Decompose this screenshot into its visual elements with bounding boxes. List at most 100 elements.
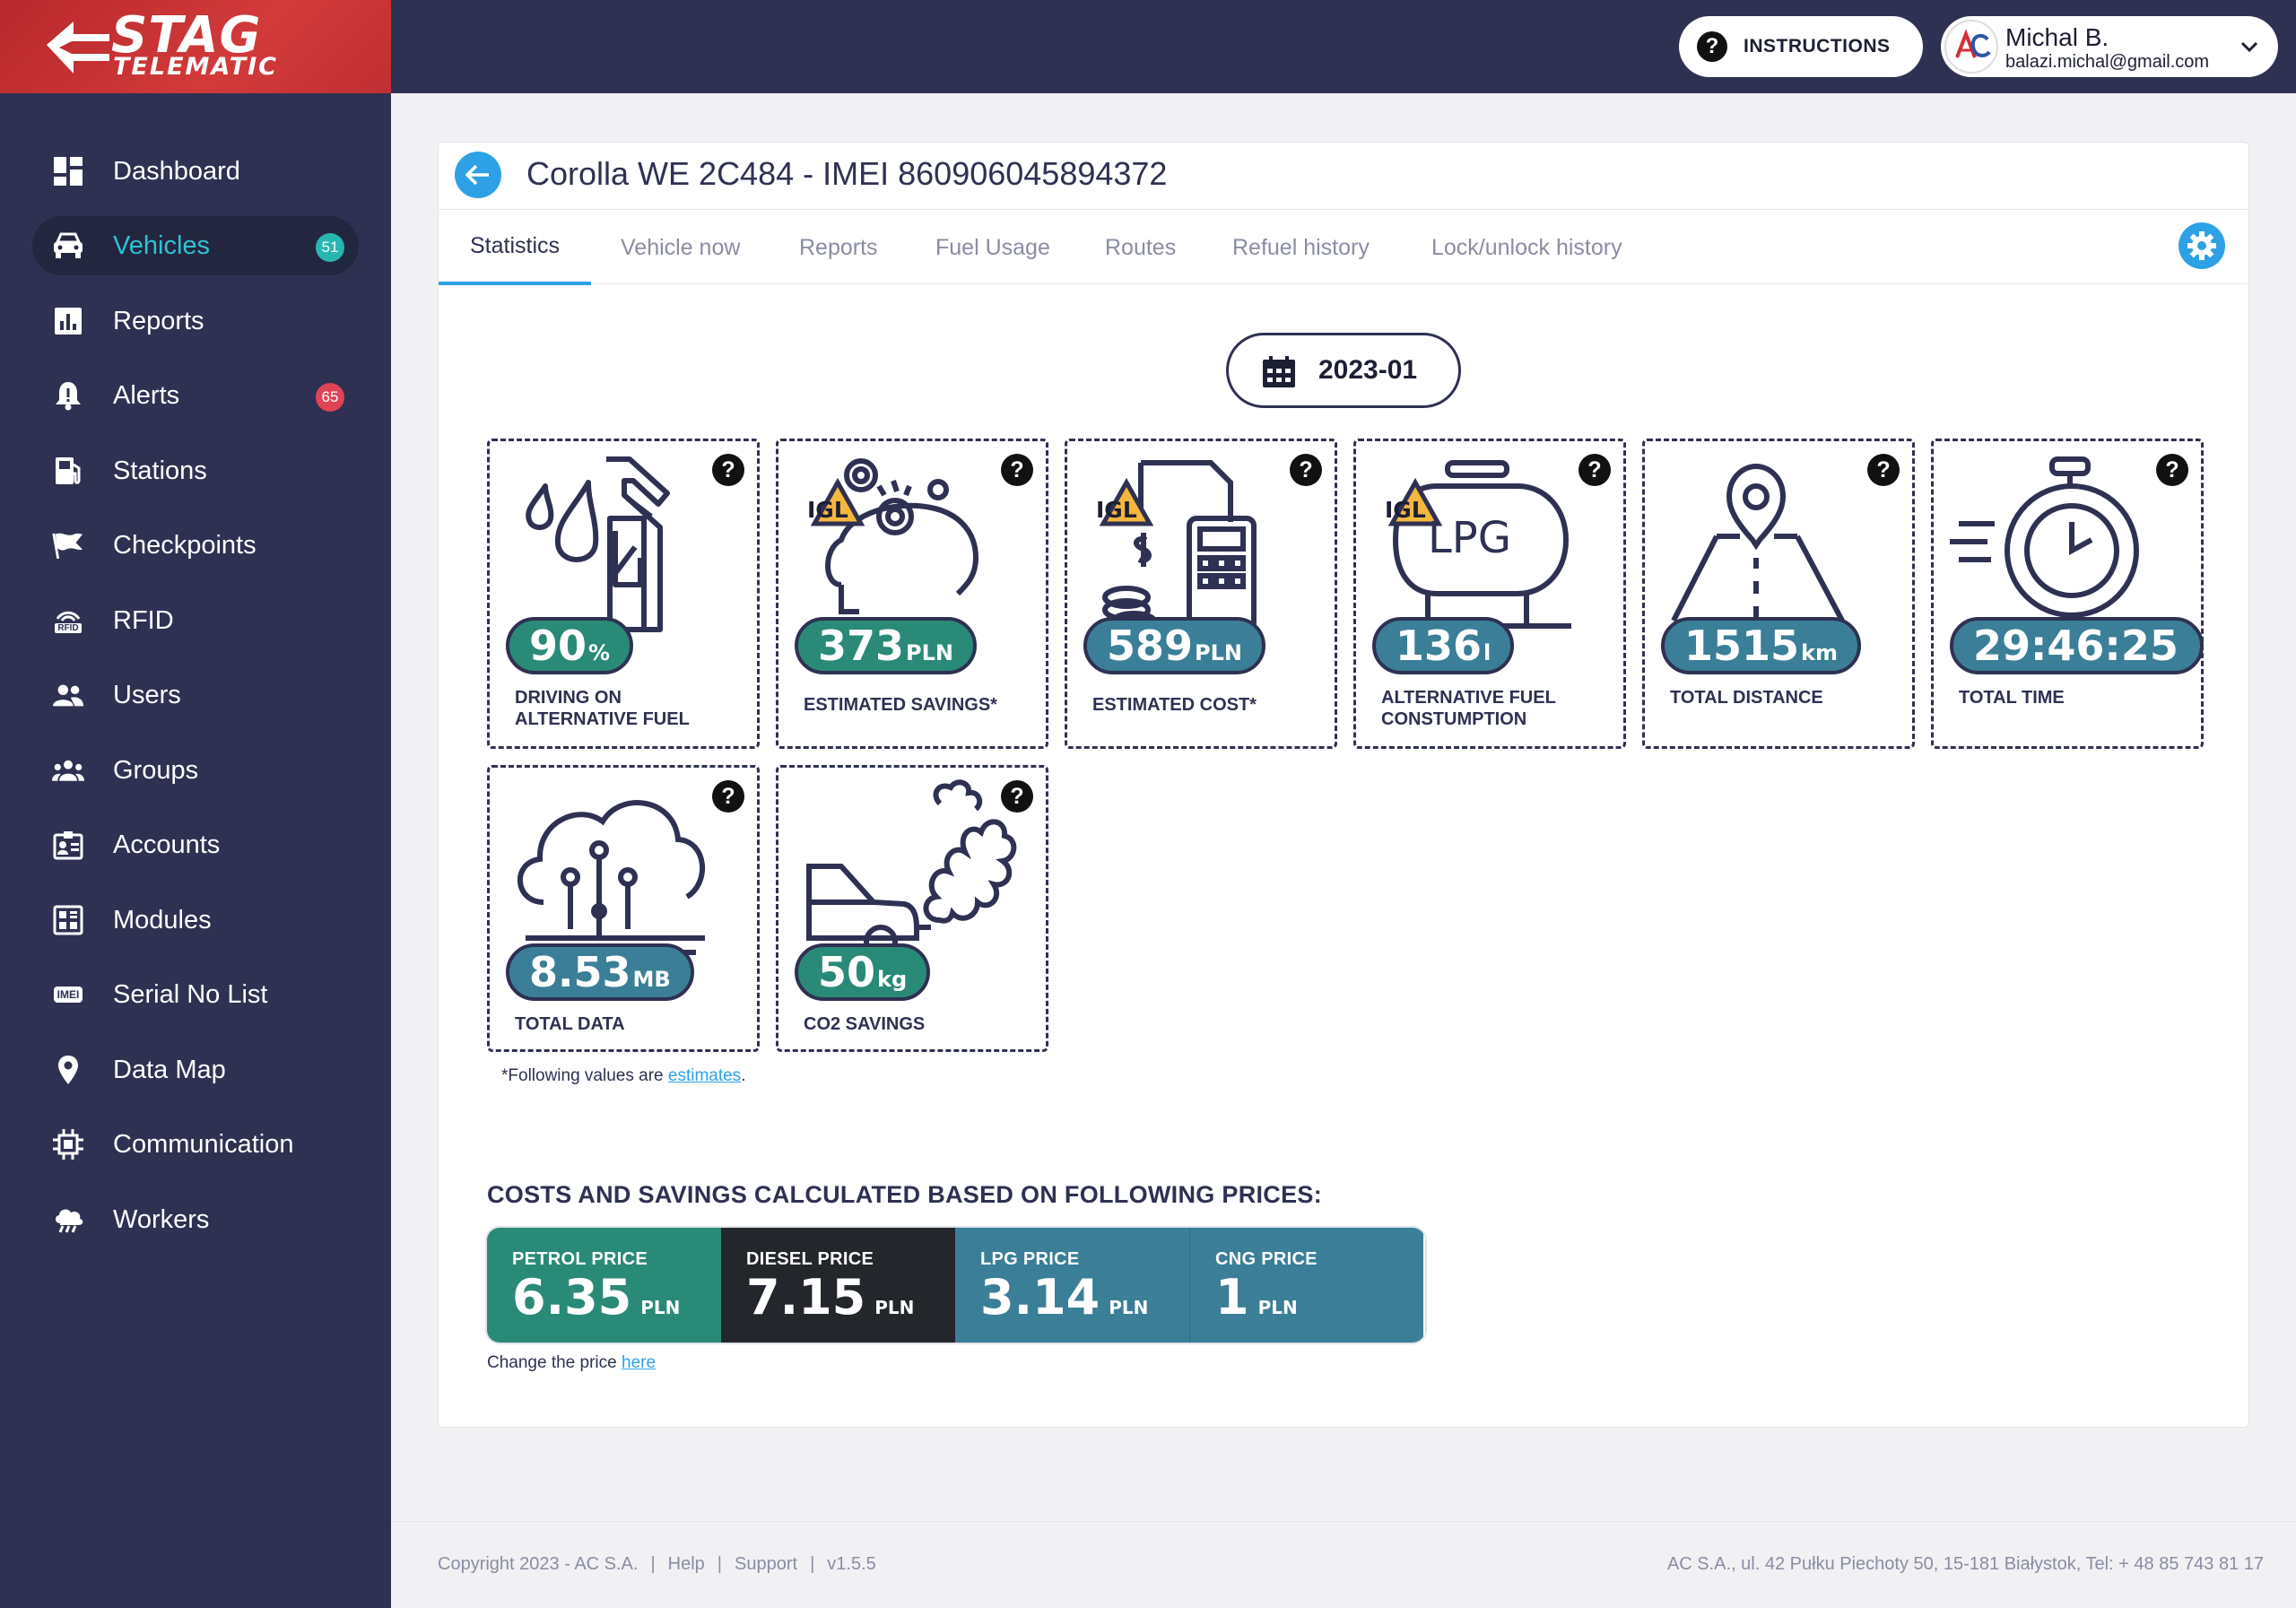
sidebar-item-checkpoints[interactable]: Checkpoints: [32, 516, 359, 575]
fuel-station-icon: [52, 455, 84, 487]
fuel-prices-strip: PETROL PRICE 6.35 PLN DIESEL PRICE 7.15 PL…: [487, 1228, 1425, 1343]
help-icon[interactable]: ?: [712, 454, 744, 486]
igl-warning-tag: IGL: [807, 497, 848, 523]
stat-value-pill: 373 PLN: [795, 617, 977, 674]
price-label: PETROL PRICE: [512, 1249, 648, 1269]
settings-button[interactable]: [2179, 222, 2225, 269]
sidebar: STAG TELEMATIC Dashboard Vehicles 51 Rep…: [0, 0, 391, 1608]
vehicle-card: Corolla WE 2C484 - IMEI 860906045894372 …: [438, 142, 2249, 1428]
help-link[interactable]: Help: [668, 1554, 705, 1574]
stag-logo-icon: [47, 22, 109, 74]
price-value: 3.14: [980, 1269, 1100, 1326]
dashboard-icon: [52, 155, 84, 187]
stat-unit: PLN: [906, 640, 953, 665]
stat-value-pill: 136 l: [1372, 617, 1515, 674]
sidebar-item-rfid[interactable]: RFID RFID: [32, 591, 359, 650]
id-card-icon: [52, 829, 84, 861]
stag-telematic-logo[interactable]: STAG TELEMATIC: [0, 0, 391, 93]
sidebar-item-vehicles[interactable]: Vehicles 51: [32, 216, 359, 275]
sidebar-item-accounts[interactable]: Accounts: [32, 815, 359, 874]
price-value-row: 1 PLN: [1215, 1269, 1298, 1326]
stat-label: ESTIMATED SAVINGS*: [804, 695, 997, 715]
user-email: balazi.michal@gmail.com: [2005, 52, 2210, 72]
stat-value: 136: [1396, 621, 1483, 670]
stat-value-pill: 8.53 MB: [506, 943, 694, 1001]
help-icon[interactable]: ?: [1001, 454, 1033, 486]
stat-label: DRIVING ON ALTERNATIVE FUEL: [515, 687, 690, 730]
user-menu[interactable]: Michal B. balazi.michal@gmail.com: [1941, 16, 2278, 77]
support-link[interactable]: Support: [735, 1554, 797, 1574]
igl-warning-tag: IGL: [1096, 497, 1137, 523]
stat-label: CO2 SAVINGS: [804, 1014, 926, 1034]
estimates-link[interactable]: estimates: [668, 1066, 741, 1085]
price-label: DIESEL PRICE: [746, 1249, 874, 1269]
tab-vehicle-now[interactable]: Vehicle now: [621, 210, 740, 285]
price-unit: PLN: [640, 1297, 681, 1318]
lpg-price: LPG PRICE 3.14 PLN: [955, 1228, 1189, 1343]
user-name: Michal B.: [2005, 23, 2109, 51]
cng-price: CNG PRICE 1 PLN: [1189, 1228, 1423, 1343]
sidebar-item-groups[interactable]: Groups: [32, 741, 359, 800]
back-button[interactable]: [455, 152, 501, 198]
price-unit: PLN: [874, 1297, 915, 1318]
stat-unit: kg: [877, 967, 908, 992]
users-icon: [52, 679, 84, 711]
sidebar-item-label: Reports: [113, 306, 204, 335]
car-icon: [52, 230, 84, 262]
stat-value-pill: 589 PLN: [1083, 617, 1265, 674]
flag-icon: [52, 529, 84, 561]
stat-label-line1: DRIVING ON: [515, 688, 622, 708]
stat-value: 589: [1107, 621, 1194, 670]
stat-label: ALTERNATIVE FUEL CONSTUMPTION: [1381, 687, 1556, 730]
period-picker[interactable]: 2023-01: [1226, 333, 1461, 408]
sidebar-item-alerts[interactable]: Alerts 65: [32, 366, 359, 425]
igl-warning-tag: IGL: [1385, 497, 1426, 523]
prices-heading: COSTS AND SAVINGS CALCULATED BASED ON FO…: [487, 1181, 1323, 1208]
bell-alert-icon: [52, 379, 84, 412]
help-icon[interactable]: ?: [1867, 454, 1900, 486]
sidebar-item-label: Accounts: [113, 830, 221, 859]
tab-reports[interactable]: Reports: [799, 210, 878, 285]
page-title: Corolla WE 2C484 - IMEI 860906045894372: [526, 155, 1168, 192]
sidebar-item-data-map[interactable]: Data Map: [32, 1040, 359, 1100]
change-price-link[interactable]: here: [622, 1353, 656, 1372]
tab-fuel-usage[interactable]: Fuel Usage: [935, 210, 1050, 285]
sidebar-item-reports[interactable]: Reports: [32, 291, 359, 351]
petrol-price: PETROL PRICE 6.35 PLN: [487, 1228, 721, 1343]
tab-lock-unlock-history[interactable]: Lock/unlock history: [1431, 210, 1622, 285]
stat-label: TOTAL TIME: [1959, 688, 2065, 708]
sidebar-item-modules[interactable]: Modules: [32, 891, 359, 950]
price-unit: PLN: [1257, 1297, 1298, 1318]
help-icon[interactable]: ?: [712, 780, 744, 813]
tab-routes[interactable]: Routes: [1105, 210, 1176, 285]
sidebar-item-label: Checkpoints: [113, 530, 257, 560]
tab-refuel-history[interactable]: Refuel history: [1232, 210, 1370, 285]
bar-chart-icon: [52, 305, 84, 337]
help-icon[interactable]: ?: [2156, 454, 2188, 486]
stat-tile-alternative-fuel-consumption: IGL LPG ? 136 l ALTERNATIVE FUEL CONSTUMPT…: [1353, 439, 1626, 749]
help-icon[interactable]: ?: [1290, 454, 1322, 486]
help-icon[interactable]: ?: [1578, 454, 1611, 486]
sidebar-item-serial-no-list[interactable]: IMEI Serial No List: [32, 965, 359, 1024]
tab-statistics[interactable]: Statistics: [439, 210, 591, 285]
help-icon[interactable]: ?: [1001, 780, 1033, 813]
price-unit: PLN: [1109, 1297, 1149, 1318]
chevron-down-icon: [2240, 41, 2258, 53]
chip-icon: [52, 1128, 84, 1160]
stat-value: 8.53: [529, 948, 631, 996]
sidebar-item-communication[interactable]: Communication: [32, 1115, 359, 1174]
imei-icon: IMEI: [52, 978, 84, 1011]
sidebar-item-stations[interactable]: Stations: [32, 441, 359, 500]
lpg-tank-label: LPG: [1428, 513, 1511, 563]
instructions-button[interactable]: ? INSTRUCTIONS: [1679, 16, 1923, 77]
stat-unit: km: [1801, 640, 1838, 665]
estimate-note-text: *Following values are: [501, 1066, 668, 1085]
question-icon: ?: [1697, 31, 1727, 62]
sidebar-item-workers[interactable]: Workers: [32, 1190, 359, 1249]
stat-label-line1: ALTERNATIVE FUEL: [1381, 688, 1556, 708]
sidebar-item-users[interactable]: Users: [32, 665, 359, 725]
sidebar-item-dashboard[interactable]: Dashboard: [32, 142, 359, 201]
stat-unit: %: [588, 640, 611, 665]
stat-value-pill: 90%: [506, 617, 634, 674]
price-value-row: 3.14 PLN: [980, 1269, 1148, 1326]
